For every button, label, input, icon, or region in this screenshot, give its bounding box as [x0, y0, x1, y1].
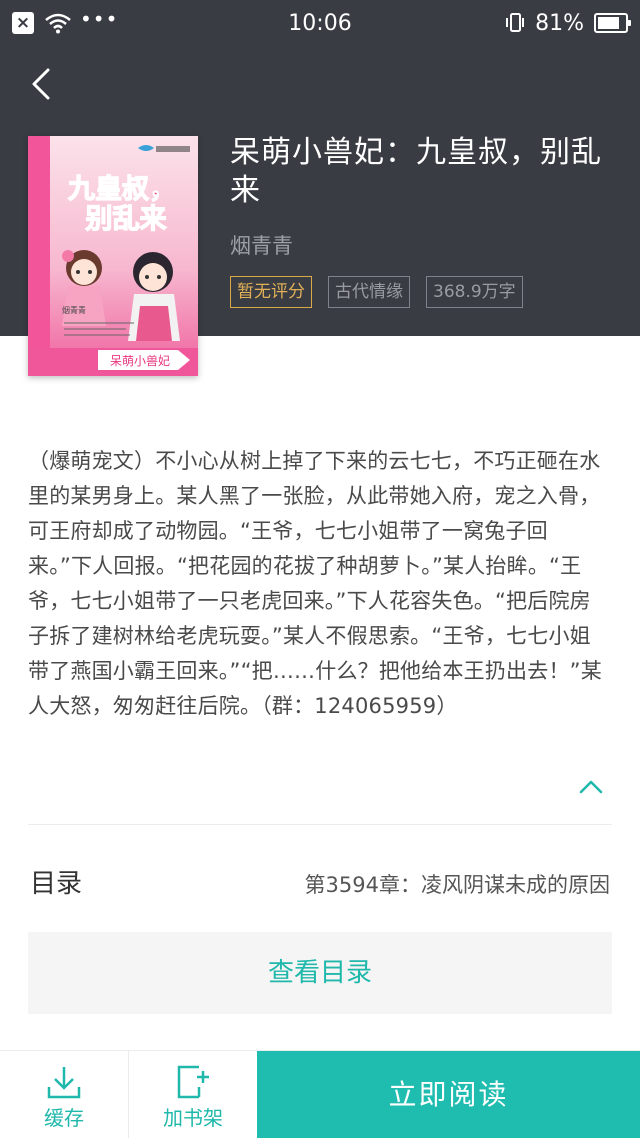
book-author[interactable]: 烟青青	[230, 230, 293, 260]
toc-label: 目录	[30, 869, 83, 899]
cover-author-signature: 烟青青	[62, 305, 86, 315]
add-to-shelf-button[interactable]: 加书架	[129, 1051, 257, 1138]
cover-logo	[138, 145, 190, 152]
battery-percent: 81%	[535, 10, 584, 36]
add-bookshelf-icon	[177, 1065, 209, 1099]
word-count-tag: 368.9万字	[426, 276, 523, 308]
view-toc-button[interactable]: 查看目录	[28, 932, 612, 1014]
cache-button[interactable]: 缓存	[0, 1051, 128, 1138]
back-button[interactable]	[24, 64, 60, 104]
book-cover[interactable]: 九皇叔， 别乱来 烟青青 呆萌小兽妃	[28, 136, 198, 376]
battery-icon	[594, 13, 631, 33]
vibrate-icon	[506, 13, 525, 32]
download-icon	[47, 1067, 81, 1099]
collapse-chevron-up-icon[interactable]	[574, 770, 608, 804]
shelf-label: 加书架	[163, 1106, 223, 1130]
book-intro: （爆萌宠文）不小心从树上掉了下来的云七七，不巧正砸在水里的某男身上。某人黑了一张…	[28, 449, 602, 718]
cover-title-line1: 九皇叔，	[68, 174, 176, 205]
status-bar: × ••• 10:06 81%	[0, 0, 640, 48]
cover-subtitle-banner: 呆萌小兽妃	[98, 350, 190, 370]
svg-text:呆萌小兽妃: 呆萌小兽妃	[110, 354, 170, 368]
read-now-button[interactable]: 立即阅读	[257, 1051, 640, 1138]
cache-label: 缓存	[44, 1106, 84, 1130]
book-title: 呆萌小兽妃：九皇叔，别乱来	[230, 135, 602, 208]
bottom-action-bar: 缓存 加书架 立即阅读	[0, 1050, 640, 1138]
book-tags: 暂无评分 古代情缘 368.9万字	[230, 276, 539, 308]
category-tag[interactable]: 古代情缘	[328, 276, 410, 308]
cover-title-line2: 别乱来	[86, 204, 167, 235]
rating-tag: 暂无评分	[230, 276, 312, 308]
divider	[28, 824, 612, 825]
cover-illustration: 九皇叔， 别乱来 烟青青 呆萌小兽妃	[28, 136, 198, 376]
status-right: 81%	[505, 10, 631, 36]
latest-chapter-link[interactable]: 第3594章：凌风阴谋未成的原因	[305, 868, 610, 902]
